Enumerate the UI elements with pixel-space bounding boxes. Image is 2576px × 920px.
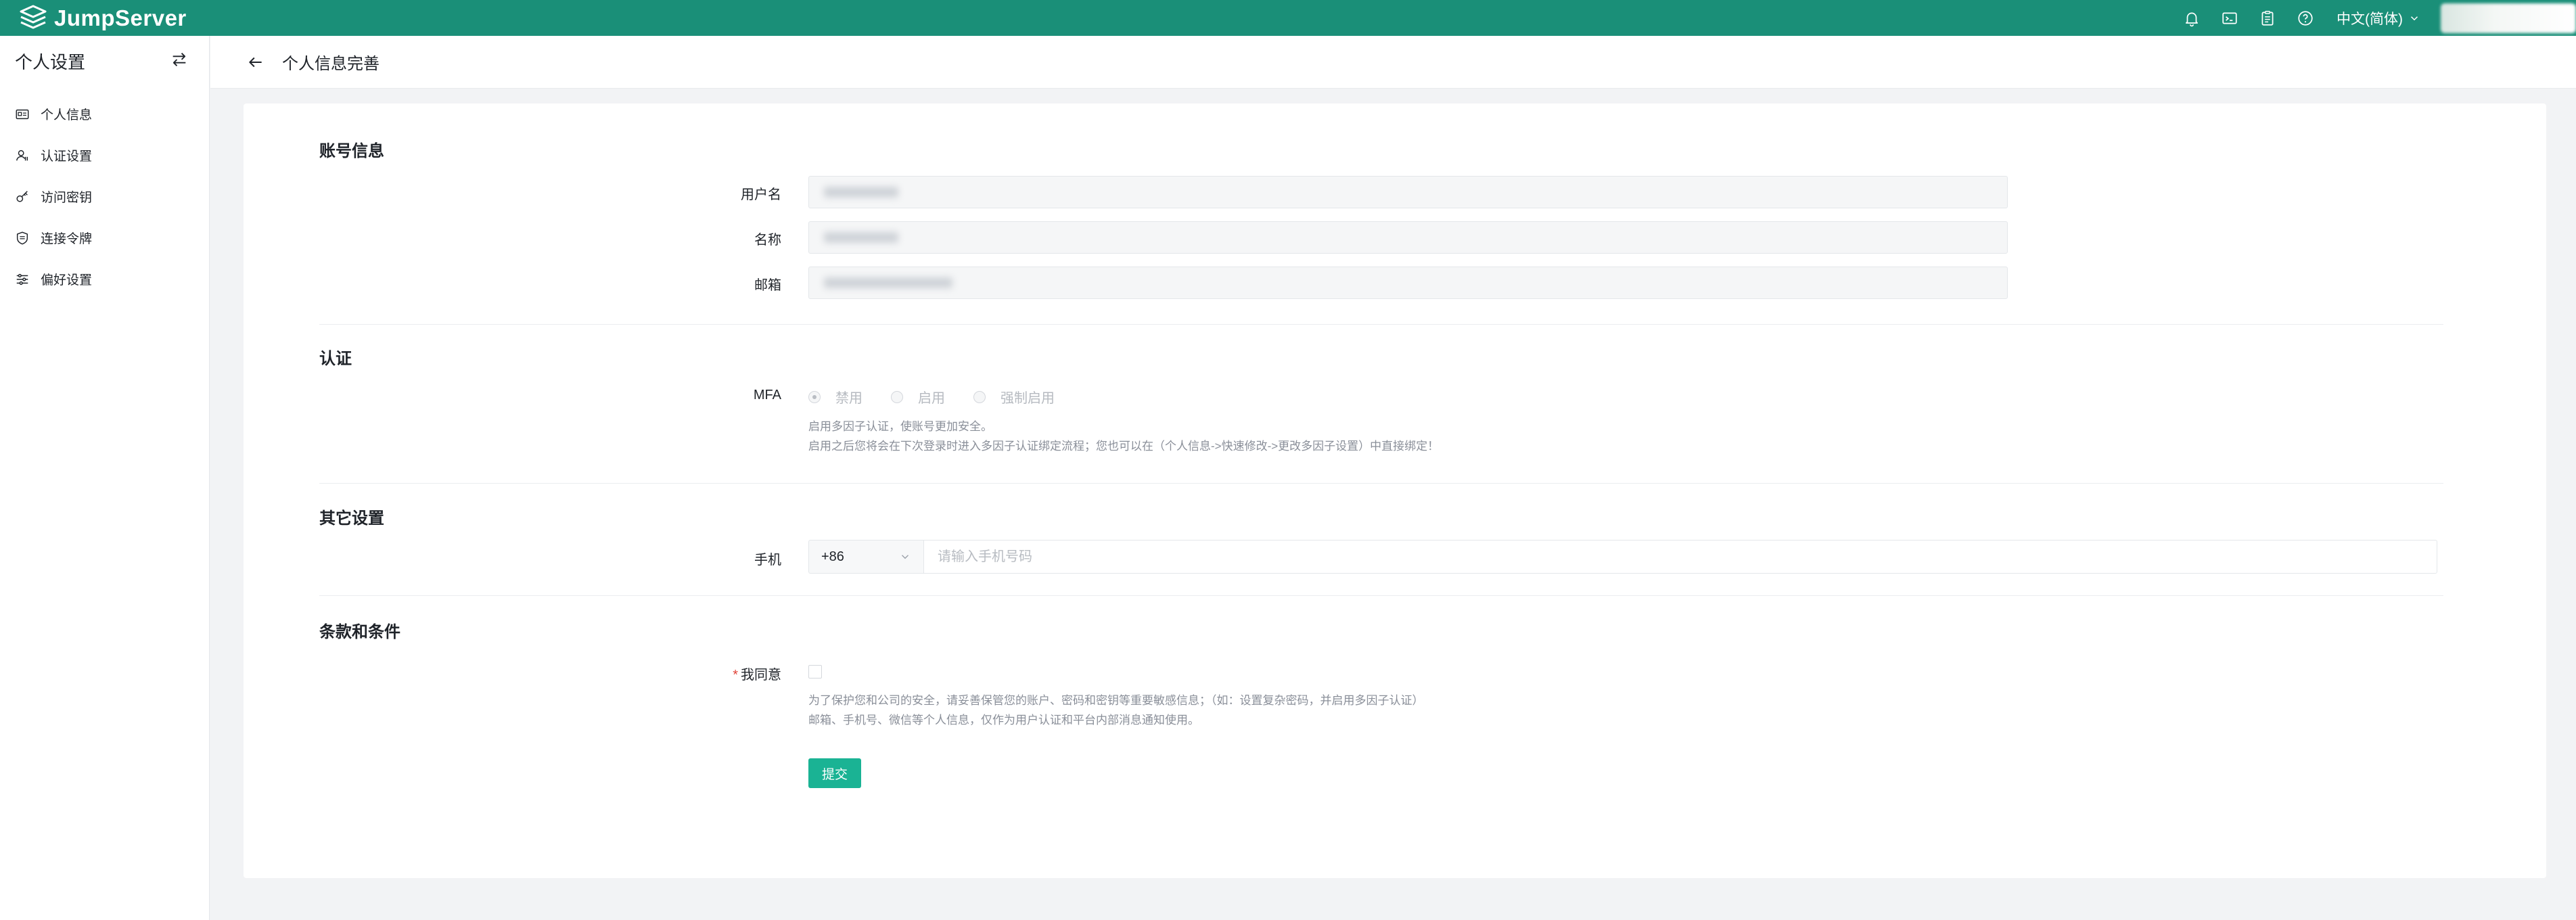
sidebar-title: 个人设置	[15, 52, 86, 72]
chevron-down-icon	[902, 555, 908, 559]
name-field	[808, 221, 2008, 254]
sliders-icon	[16, 273, 28, 285]
radio-button[interactable]	[973, 390, 986, 403]
mfa-radio-group: 禁用 启用 强制启用	[808, 387, 1083, 407]
phone-field-group: +86	[808, 540, 2437, 574]
back-button[interactable]	[244, 51, 267, 74]
notifications-button[interactable]	[2173, 0, 2211, 36]
section-divider	[319, 324, 2443, 325]
section-title-terms: 条款和条件	[319, 623, 400, 641]
email-field	[808, 267, 2008, 299]
sidebar-item-label: 访问密钥	[41, 191, 93, 205]
sidebar-item-connection-token[interactable]: 连接令牌	[0, 217, 209, 258]
tickets-button[interactable]	[2249, 0, 2286, 36]
radio-button-checked[interactable]	[808, 390, 821, 403]
sidebar-item-label: 个人信息	[41, 108, 93, 122]
token-shield-icon	[16, 231, 28, 244]
mfa-help-text: 启用多因子认证，使账号更加安全。 启用之后您将会在下次登录时进入多因子认证绑定流…	[808, 417, 1439, 456]
sidebar: 个人设置 个人信息 认证设置 访问密钥 连接令牌 偏好设置	[0, 36, 210, 920]
agree-label-text: 我同意	[741, 668, 781, 683]
jumpserver-logo-icon	[20, 5, 47, 28]
sidebar-item-auth[interactable]: 认证设置	[0, 135, 209, 176]
chevron-down-icon	[2410, 16, 2418, 20]
agree-label: * 我同意	[578, 664, 781, 683]
agree-checkbox[interactable]	[808, 665, 822, 678]
bell-icon	[2186, 12, 2198, 26]
swap-arrows-icon	[172, 53, 186, 66]
view-switch-button[interactable]	[170, 50, 189, 72]
sidebar-item-label: 偏好设置	[41, 273, 93, 288]
mfa-option-disabled[interactable]: 禁用	[808, 387, 862, 407]
country-code-select[interactable]: +86	[808, 540, 923, 574]
brand-name: JumpServer	[54, 5, 187, 30]
name-value-redacted	[824, 232, 898, 243]
top-navbar: JumpServer 中文(简体)	[0, 0, 2576, 36]
section-divider	[319, 595, 2443, 596]
terms-help-line: 为了保护您和公司的安全，请妥善保管您的账户、密码和密钥等重要敏感信息；（如：设置…	[808, 694, 1424, 707]
radio-label: 启用	[918, 391, 945, 406]
username-field	[808, 176, 2008, 208]
section-title-other: 其它设置	[319, 509, 384, 528]
sidebar-menu: 个人信息 认证设置 访问密钥 连接令牌 偏好设置	[0, 93, 209, 300]
mfa-option-enabled[interactable]: 启用	[891, 387, 945, 407]
mfa-label: MFA	[753, 388, 781, 402]
language-switcher[interactable]: 中文(简体)	[2337, 8, 2420, 28]
key-icon	[16, 190, 28, 202]
country-code-value: +86	[821, 549, 844, 564]
terms-help-line: 邮箱、手机号、微信等个人信息，仅作为用户认证和平台内部消息通知使用。	[808, 714, 1199, 727]
section-title-auth: 认证	[319, 350, 352, 368]
page-title: 个人信息完善	[282, 55, 380, 73]
terminal-icon	[2222, 12, 2237, 24]
sidebar-item-label: 认证设置	[41, 150, 93, 164]
sidebar-item-profile[interactable]: 个人信息	[0, 93, 209, 135]
clipboard-icon	[2261, 10, 2274, 26]
language-label: 中文(简体)	[2337, 11, 2403, 27]
phone-input[interactable]	[923, 540, 2437, 574]
sidebar-header: 个人设置	[0, 36, 209, 87]
radio-button[interactable]	[891, 390, 903, 403]
user-auth-icon	[16, 150, 28, 160]
email-label: 邮箱	[754, 278, 781, 293]
submit-button[interactable]: 提交	[808, 758, 861, 788]
profile-form-card: 账号信息 用户名 名称 邮箱 认证 MFA 禁用 启用 强制启用 启用多因子认证…	[244, 104, 2546, 878]
section-title-account: 账号信息	[319, 142, 384, 160]
top-actions: 中文(简体)	[2173, 0, 2576, 36]
sidebar-item-preferences[interactable]: 偏好设置	[0, 258, 209, 300]
sidebar-item-label: 连接令牌	[41, 232, 93, 246]
profile-card-icon	[16, 109, 29, 119]
mfa-help-line: 启用之后您将会在下次登录时进入多因子认证绑定流程；您也可以在（个人信息->快速修…	[808, 440, 1440, 453]
radio-label: 强制启用	[1001, 391, 1055, 406]
terms-help-text: 为了保护您和公司的安全，请妥善保管您的账户、密码和密钥等重要敏感信息；（如：设置…	[808, 691, 1424, 730]
phone-label: 手机	[754, 553, 781, 568]
brand-logo[interactable]: JumpServer	[18, 0, 187, 36]
arrow-left-icon	[249, 57, 262, 67]
username-label: 用户名	[741, 187, 781, 202]
user-avatar-menu[interactable]	[2441, 3, 2576, 33]
mfa-option-forced[interactable]: 强制启用	[973, 387, 1055, 407]
mfa-help-line: 启用多因子认证，使账号更加安全。	[808, 420, 992, 433]
username-value-redacted	[824, 187, 898, 198]
required-mark: *	[733, 668, 738, 683]
name-label: 名称	[754, 233, 781, 248]
help-icon	[2298, 10, 2313, 26]
email-value-redacted	[824, 277, 952, 288]
section-divider	[319, 483, 2443, 484]
web-terminal-button[interactable]	[2211, 0, 2249, 36]
radio-label: 禁用	[835, 391, 862, 406]
help-button[interactable]	[2286, 0, 2324, 36]
sidebar-item-access-keys[interactable]: 访问密钥	[0, 176, 209, 217]
page-header: 个人信息完善	[210, 36, 2576, 89]
